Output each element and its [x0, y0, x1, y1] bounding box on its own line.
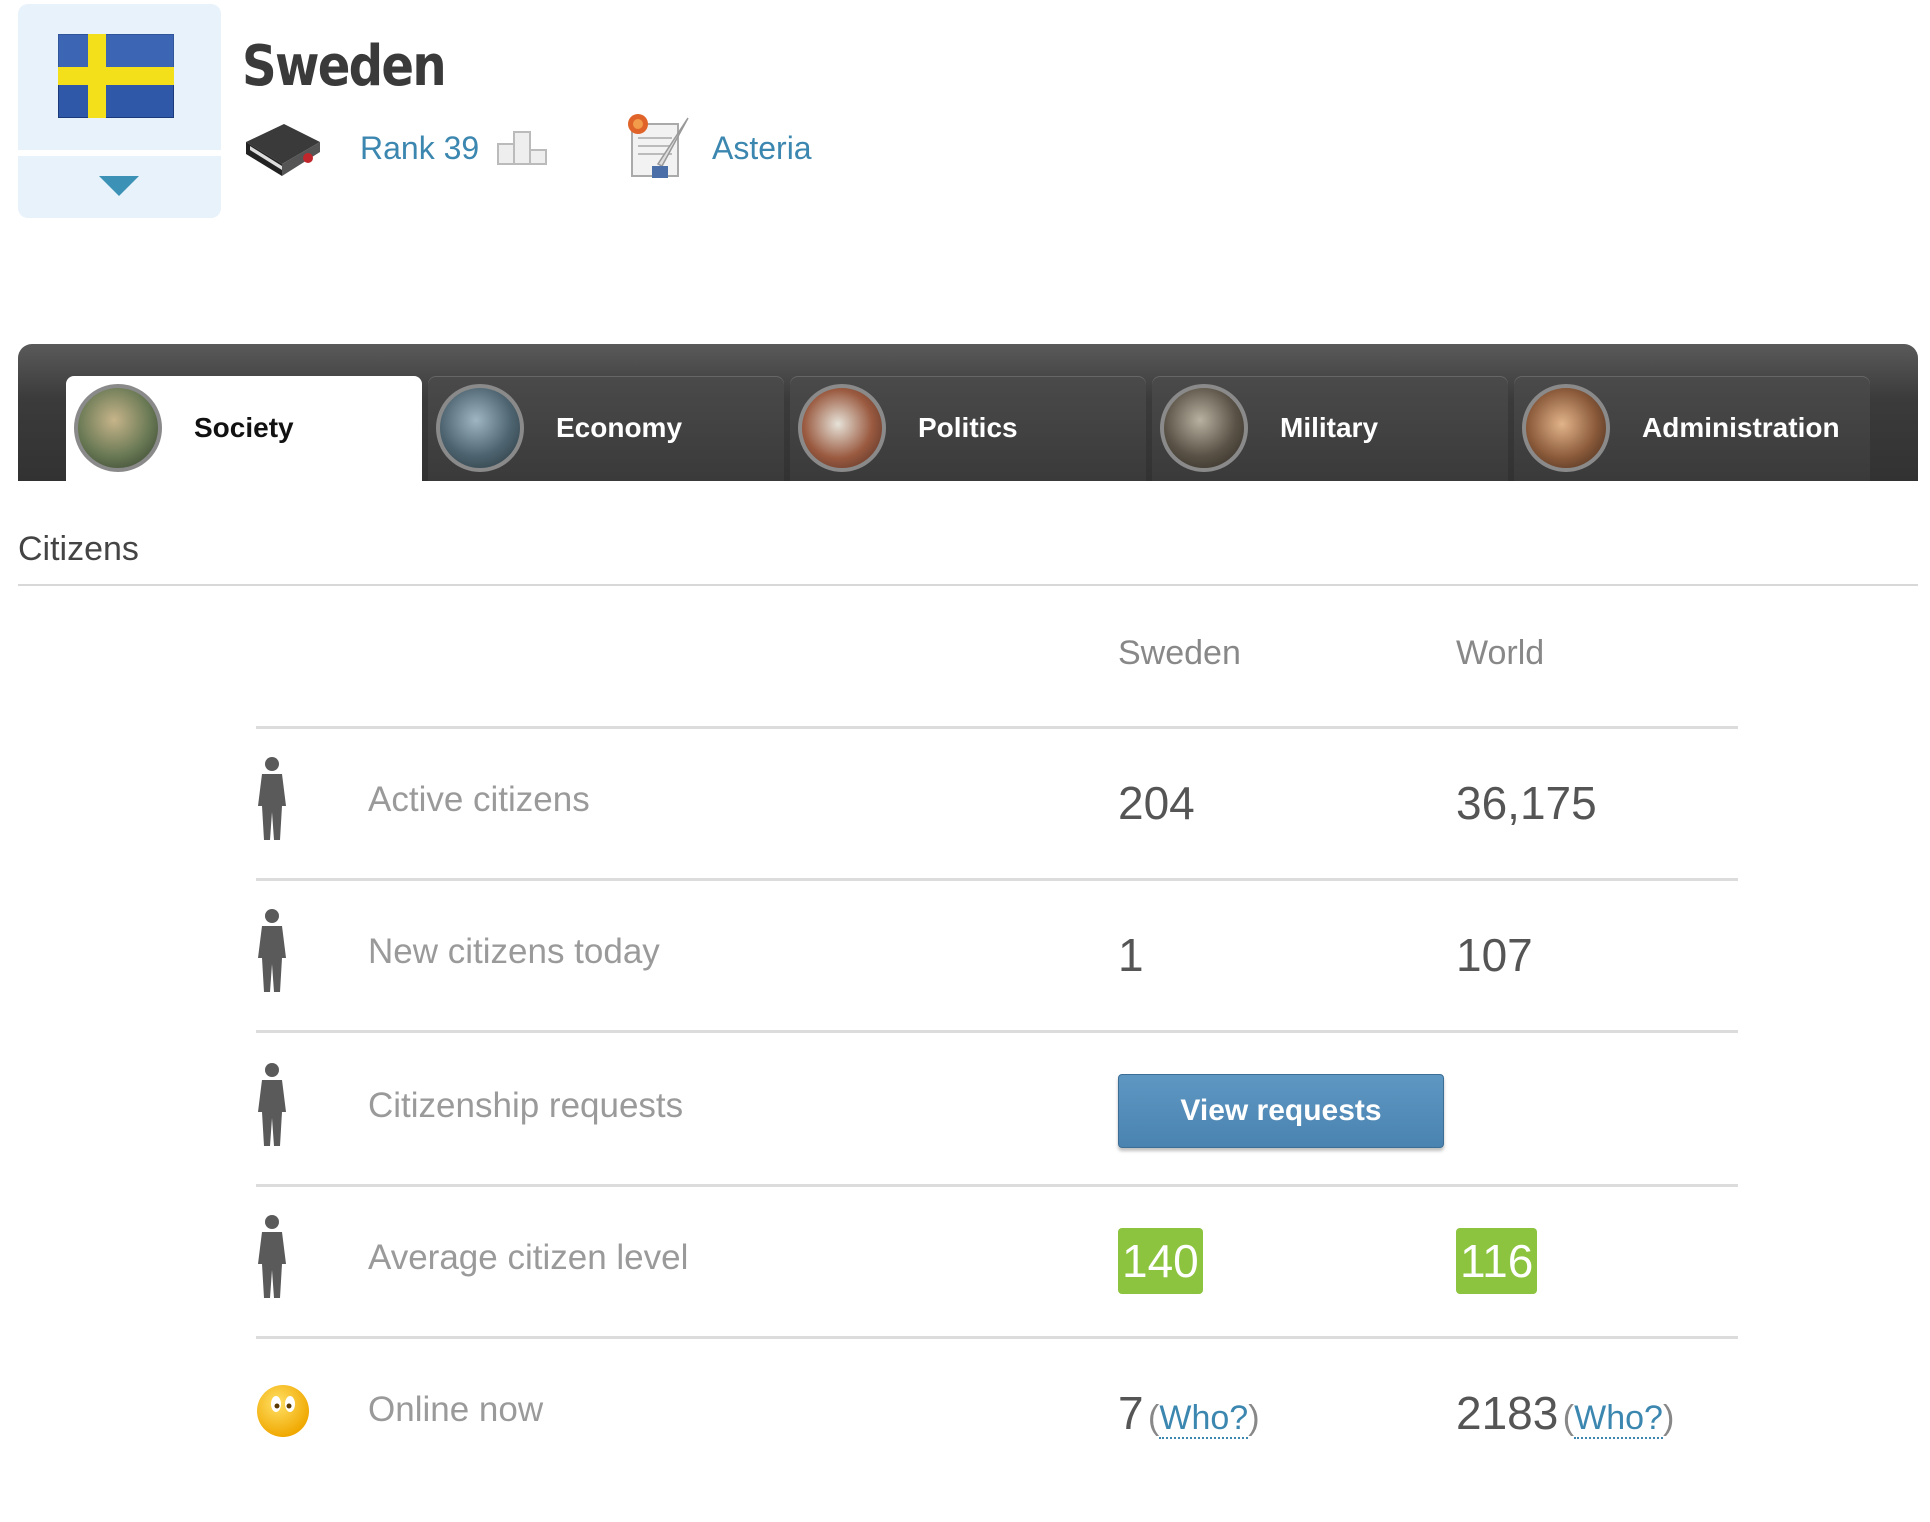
administration-icon [1522, 384, 1610, 472]
online-count: 2183 [1456, 1387, 1559, 1439]
who-link-wrapper: (Who?) [1148, 1399, 1260, 1439]
tab-society[interactable]: Society [66, 376, 422, 481]
who-link[interactable]: Who? [1574, 1399, 1663, 1439]
level-badge-country: 140 [1118, 1228, 1203, 1294]
military-icon [1160, 384, 1248, 472]
level-badge-world: 116 [1456, 1228, 1538, 1294]
page-title: Sweden [242, 34, 447, 99]
person-silhouette-icon [258, 1063, 286, 1146]
section-title: Citizens [18, 530, 139, 568]
online-country: 7 (Who?) [1118, 1386, 1260, 1440]
scroll-quill-icon [628, 114, 689, 178]
divider [256, 726, 1738, 729]
divider [256, 878, 1738, 881]
tab-bar: Society Economy Politics Military Admini… [18, 344, 1918, 481]
tab-label: Politics [918, 412, 1018, 443]
row-label: Citizenship requests [368, 1086, 684, 1125]
active-citizens-country: 204 [1118, 777, 1195, 829]
tab-economy[interactable]: Economy [428, 376, 784, 481]
column-header-country: Sweden [1118, 634, 1241, 672]
divider [18, 584, 1918, 586]
tab-military[interactable]: Military [1152, 376, 1508, 481]
sweden-flag-icon [58, 34, 174, 118]
country-flag-panel [18, 4, 221, 218]
person-silhouette-icon [258, 757, 286, 840]
book-icon [246, 124, 320, 176]
divider [256, 1336, 1738, 1339]
active-citizens-world: 36,175 [1456, 777, 1597, 829]
divider [256, 1184, 1738, 1187]
tab-label: Administration [1642, 412, 1840, 443]
who-link[interactable]: Who? [1159, 1399, 1249, 1439]
chevron-down-icon[interactable] [99, 176, 139, 198]
row-label: New citizens today [368, 932, 660, 971]
person-silhouette-icon [258, 909, 286, 992]
new-citizens-world: 107 [1456, 929, 1533, 981]
smiley-icon [257, 1385, 309, 1437]
column-header-world: World [1456, 634, 1545, 672]
new-citizens-country: 1 [1118, 929, 1144, 981]
tab-label: Society [194, 412, 294, 443]
tab-label: Military [1280, 412, 1379, 443]
who-link-wrapper: (Who?) [1562, 1399, 1675, 1439]
podium-icon [497, 131, 547, 165]
economy-icon [436, 384, 524, 472]
person-silhouette-icon [258, 1215, 286, 1298]
divider [256, 1030, 1738, 1033]
tab-administration[interactable]: Administration [1514, 376, 1870, 481]
online-world: 2183 (Who?) [1456, 1386, 1674, 1440]
view-requests-button[interactable]: View requests [1118, 1074, 1444, 1148]
alliance-link[interactable]: Asteria [712, 130, 812, 167]
row-label: Online now [368, 1390, 544, 1429]
society-icon [74, 384, 162, 472]
online-count: 7 [1118, 1387, 1144, 1439]
row-label: Active citizens [368, 780, 590, 819]
tab-label: Economy [556, 412, 683, 443]
politics-icon [798, 384, 886, 472]
tab-politics[interactable]: Politics [790, 376, 1146, 481]
rank-link[interactable]: Rank 39 [360, 130, 479, 167]
row-label: Average citizen level [368, 1238, 689, 1277]
